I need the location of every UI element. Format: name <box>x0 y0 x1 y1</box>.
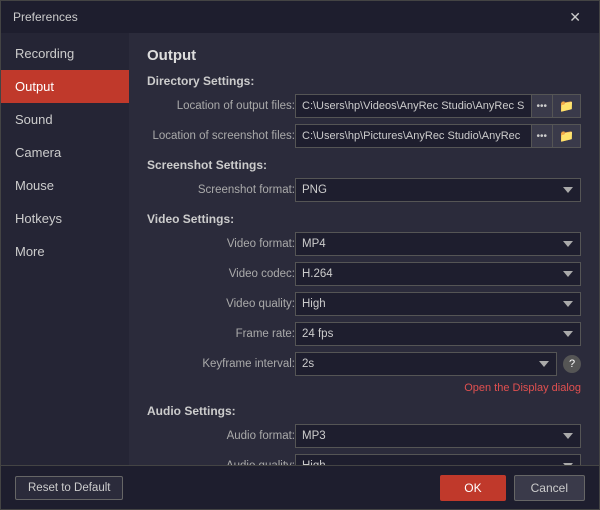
sidebar-item-recording[interactable]: Recording <box>1 37 129 70</box>
sidebar-item-mouse[interactable]: Mouse <box>1 169 129 202</box>
display-dialog-link[interactable]: Open the Display dialog <box>464 382 581 394</box>
ok-button[interactable]: OK <box>440 475 505 501</box>
folder-icon: 📁 <box>559 99 574 113</box>
dialog-title: Preferences <box>13 10 78 24</box>
sidebar-item-more[interactable]: More <box>1 235 129 268</box>
keyframe-dropdown[interactable]: 2s 1s 3s 5s <box>295 352 557 376</box>
sidebar-item-hotkeys[interactable]: Hotkeys <box>1 202 129 235</box>
video-codec-dropdown[interactable]: H.264 H.265 VP8 VP9 <box>295 262 581 286</box>
screenshot-files-input-group: ••• 📁 <box>295 124 581 148</box>
screenshot-format-label: Screenshot format: <box>147 184 295 196</box>
sidebar: Recording Output Sound Camera Mouse Hotk… <box>1 33 129 465</box>
screenshot-files-row: Location of screenshot files: ••• 📁 <box>147 124 581 148</box>
frame-rate-dropdown[interactable]: 24 fps 30 fps 60 fps <box>295 322 581 346</box>
footer: Reset to Default OK Cancel <box>1 465 599 509</box>
audio-format-label: Audio format: <box>147 430 295 442</box>
output-files-label: Location of output files: <box>147 100 295 112</box>
video-format-dropdown[interactable]: MP4 MOV AVI MKV WMV <box>295 232 581 256</box>
video-quality-dropdown[interactable]: High Medium Low Lossless <box>295 292 581 316</box>
video-section-title: Video Settings: <box>147 212 581 226</box>
audio-quality-dropdown[interactable]: High Medium Low <box>295 454 581 465</box>
close-button[interactable]: ✕ <box>563 7 587 28</box>
display-link-row: Open the Display dialog <box>147 382 581 394</box>
screenshot-files-label: Location of screenshot files: <box>147 130 295 142</box>
main-content: Output Directory Settings: Location of o… <box>129 33 599 465</box>
video-codec-label: Video codec: <box>147 268 295 280</box>
directory-section-title: Directory Settings: <box>147 74 581 88</box>
content-area: Recording Output Sound Camera Mouse Hotk… <box>1 33 599 465</box>
screenshot-format-row: Screenshot format: PNG JPG BMP GIF <box>147 178 581 202</box>
cancel-button[interactable]: Cancel <box>514 475 585 501</box>
screenshot-format-dropdown[interactable]: PNG JPG BMP GIF <box>295 178 581 202</box>
video-format-row: Video format: MP4 MOV AVI MKV WMV <box>147 232 581 256</box>
title-bar: Preferences ✕ <box>1 1 599 33</box>
frame-rate-row: Frame rate: 24 fps 30 fps 60 fps <box>147 322 581 346</box>
output-files-row: Location of output files: ••• 📁 <box>147 94 581 118</box>
screenshot-dots-button[interactable]: ••• <box>532 124 554 148</box>
frame-rate-label: Frame rate: <box>147 328 295 340</box>
output-path-input[interactable] <box>295 94 532 118</box>
output-dots-button[interactable]: ••• <box>532 94 554 118</box>
keyframe-label: Keyframe interval: <box>147 358 295 370</box>
screenshot-path-input[interactable] <box>295 124 532 148</box>
video-quality-row: Video quality: High Medium Low Lossless <box>147 292 581 316</box>
sidebar-item-output[interactable]: Output <box>1 70 129 103</box>
video-codec-row: Video codec: H.264 H.265 VP8 VP9 <box>147 262 581 286</box>
audio-quality-row: Audio quality: High Medium Low <box>147 454 581 465</box>
footer-buttons: OK Cancel <box>440 475 585 501</box>
preferences-dialog: Preferences ✕ Recording Output Sound Cam… <box>0 0 600 510</box>
sidebar-item-camera[interactable]: Camera <box>1 136 129 169</box>
output-folder-button[interactable]: 📁 <box>553 94 581 118</box>
audio-format-row: Audio format: MP3 AAC WAV FLAC <box>147 424 581 448</box>
page-title: Output <box>147 47 581 64</box>
folder-icon-2: 📁 <box>559 129 574 143</box>
screenshot-section-title: Screenshot Settings: <box>147 158 581 172</box>
keyframe-help-button[interactable]: ? <box>563 355 581 373</box>
output-files-input-group: ••• 📁 <box>295 94 581 118</box>
reset-button[interactable]: Reset to Default <box>15 476 123 500</box>
keyframe-row: Keyframe interval: 2s 1s 3s 5s ? <box>147 352 581 376</box>
audio-format-dropdown[interactable]: MP3 AAC WAV FLAC <box>295 424 581 448</box>
audio-section-title: Audio Settings: <box>147 404 581 418</box>
video-quality-label: Video quality: <box>147 298 295 310</box>
video-format-label: Video format: <box>147 238 295 250</box>
screenshot-folder-button[interactable]: 📁 <box>553 124 581 148</box>
sidebar-item-sound[interactable]: Sound <box>1 103 129 136</box>
